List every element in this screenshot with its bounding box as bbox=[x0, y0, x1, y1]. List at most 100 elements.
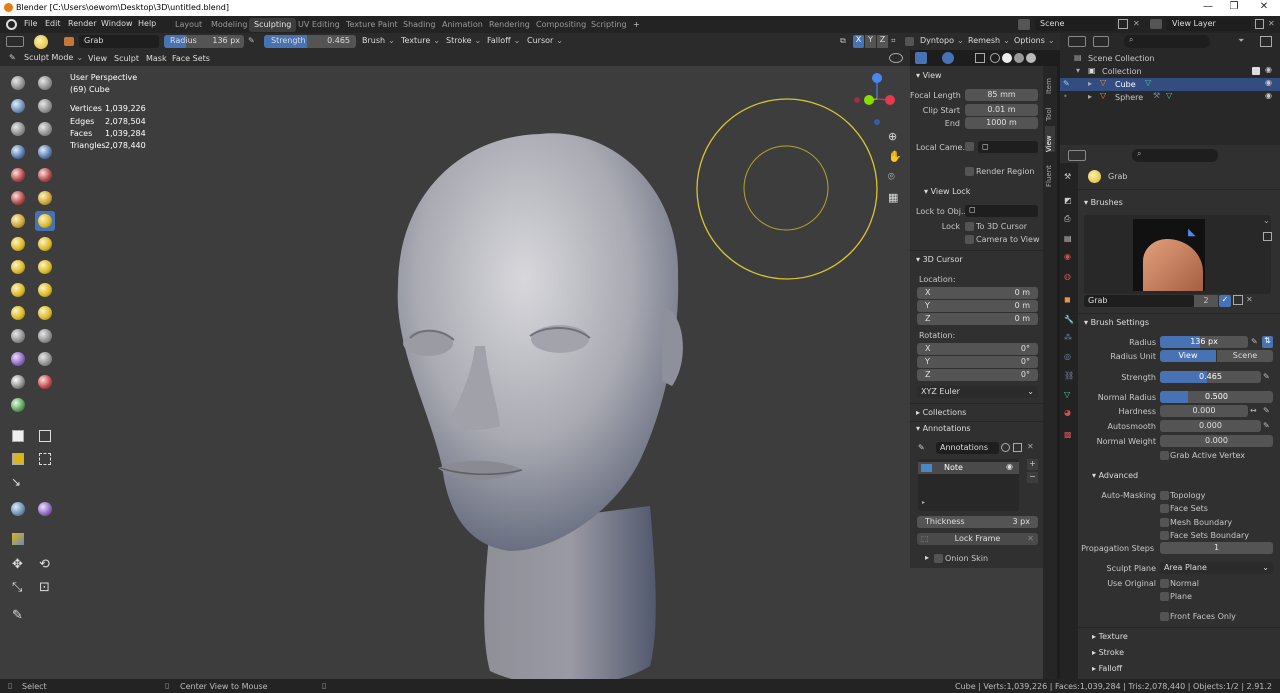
tool-line-project[interactable]: ↘ bbox=[8, 472, 28, 492]
filter-icon[interactable]: ⏷ bbox=[1238, 36, 1244, 46]
menu-render[interactable]: Render bbox=[68, 19, 96, 28]
remesh-menu[interactable]: Remesh bbox=[964, 35, 1014, 48]
tool-rotate-transform[interactable]: ⟲ bbox=[35, 556, 55, 576]
tool-thumb[interactable] bbox=[8, 280, 28, 300]
tool-cloth[interactable] bbox=[8, 349, 28, 369]
falloff-section-header[interactable]: ▸ Falloff bbox=[1092, 664, 1122, 673]
layer-color-swatch[interactable] bbox=[921, 464, 932, 472]
outliner-row-cube[interactable]: ▸ ▽ Cube ▽ ◉ bbox=[1060, 78, 1280, 91]
tab-compositing[interactable]: Compositing bbox=[531, 18, 591, 32]
tool-cloth-filter[interactable] bbox=[35, 499, 55, 519]
view-lock-header[interactable]: ▾ View Lock bbox=[924, 187, 970, 196]
tool-box-face-set[interactable] bbox=[8, 449, 28, 469]
radius-unit-view-button[interactable]: View bbox=[1160, 350, 1216, 362]
outliner-row-collection[interactable]: ▾ ▣ Collection ◉ bbox=[1060, 65, 1280, 78]
modifiers-tab-icon[interactable]: 🔧 bbox=[1064, 315, 1074, 324]
tab-layout[interactable]: Layout bbox=[170, 18, 207, 32]
lock-frame-button[interactable]: ⬚ Lock Frame ✕ bbox=[917, 533, 1038, 545]
duplicate-brush-icon[interactable] bbox=[1233, 295, 1243, 305]
material-tab-icon[interactable]: ◕ bbox=[1064, 408, 1071, 417]
brush-list-chevron-icon[interactable]: ⌄ bbox=[1263, 216, 1270, 225]
close-window-button[interactable]: ✕ bbox=[1252, 1, 1276, 15]
tool-tab-icon[interactable]: ⚒ bbox=[1064, 172, 1071, 181]
unlink-annotation-icon[interactable]: ✕ bbox=[1027, 442, 1034, 451]
tool-box-trim[interactable] bbox=[35, 449, 55, 469]
add-workspace-button[interactable]: + bbox=[628, 18, 645, 32]
tool-inflate[interactable] bbox=[8, 142, 28, 162]
brush-settings-header[interactable]: ▾ Brush Settings bbox=[1084, 318, 1149, 327]
symmetry-x-toggle[interactable]: X bbox=[853, 35, 864, 48]
tab-sculpting[interactable]: Sculpting bbox=[249, 18, 297, 32]
stroke-section-header[interactable]: ▸ Stroke bbox=[1092, 648, 1124, 657]
propagation-steps-field[interactable]: 1 bbox=[1160, 542, 1273, 554]
hardness-field[interactable]: 0.000 bbox=[1160, 405, 1248, 417]
mesh-data-icon[interactable]: ▽ bbox=[1145, 78, 1151, 87]
radius-unit-scene-button[interactable]: Scene bbox=[1217, 350, 1273, 362]
tool-rotate[interactable] bbox=[35, 303, 55, 323]
cube-eye-icon[interactable]: ◉ bbox=[1265, 78, 1272, 87]
new-collection-icon[interactable] bbox=[1260, 36, 1272, 47]
radius-unified-toggle[interactable]: ⇅ bbox=[1262, 336, 1273, 348]
cursor-location-x[interactable]: X 0 m bbox=[917, 287, 1038, 299]
tool-clay-thumb[interactable] bbox=[8, 119, 28, 139]
brush-icon-settings-icon[interactable] bbox=[1263, 232, 1272, 241]
cursor-rotation-x[interactable]: X 0° bbox=[917, 343, 1038, 355]
ortho-toggle-icon[interactable]: ▦ bbox=[888, 191, 898, 204]
outliner-row-sphere[interactable]: ▸ ▽ Sphere ⚒ ▽ ◉ bbox=[1060, 91, 1280, 104]
view-layer-icon[interactable] bbox=[1150, 19, 1162, 29]
sphere-mesh-data-icon[interactable]: ▽ bbox=[1166, 91, 1172, 100]
brush-preview-icon[interactable] bbox=[34, 35, 48, 49]
cursor-rotation-y[interactable]: Y 0° bbox=[917, 356, 1038, 368]
3d-cursor-section-header[interactable]: ▾ 3D Cursor bbox=[916, 255, 963, 264]
texture-menu[interactable]: Texture bbox=[397, 35, 444, 48]
clear-lock-frame-icon[interactable]: ✕ bbox=[1027, 533, 1034, 545]
face-sets-checkbox[interactable] bbox=[1160, 504, 1169, 513]
onion-skin-header[interactable]: ▸ bbox=[925, 553, 929, 562]
dyntopo-menu[interactable]: Dyntopo bbox=[916, 35, 968, 48]
tool-mask[interactable] bbox=[8, 372, 28, 392]
tool-clay-strips[interactable] bbox=[35, 96, 55, 116]
tab-animation[interactable]: Animation bbox=[437, 18, 488, 32]
use-original-plane-checkbox[interactable] bbox=[1160, 592, 1169, 601]
collection-include-checkbox[interactable] bbox=[1252, 67, 1260, 75]
gizmo-toggle-icon[interactable] bbox=[915, 52, 927, 64]
tool-boundary[interactable] bbox=[35, 326, 55, 346]
tab-tool[interactable]: Tool bbox=[1045, 101, 1055, 121]
tool-fill[interactable] bbox=[35, 188, 55, 208]
tool-flatten[interactable] bbox=[8, 188, 28, 208]
tool-multires-displacement[interactable] bbox=[8, 395, 28, 415]
view-layer-tab-icon[interactable]: ▤ bbox=[1064, 234, 1072, 243]
fake-user-icon[interactable] bbox=[1001, 443, 1010, 452]
view-object-types-icon[interactable] bbox=[889, 53, 903, 63]
annotation-datablock-icon[interactable]: ✎ bbox=[918, 443, 925, 452]
annotations-field[interactable]: Annotations bbox=[936, 442, 999, 454]
rotation-mode-select[interactable]: XYZ Euler ⌄ bbox=[917, 386, 1038, 398]
face-sets-boundary-checkbox[interactable] bbox=[1160, 531, 1169, 540]
list-expand-icon[interactable]: ▸ bbox=[922, 499, 925, 506]
symmetry-y-toggle[interactable]: Y bbox=[865, 35, 876, 48]
annotations-section-header[interactable]: ▾ Annotations bbox=[916, 424, 971, 433]
local-camera-checkbox[interactable] bbox=[965, 142, 974, 151]
properties-search-input[interactable]: ⌕ bbox=[1132, 149, 1218, 162]
normal-weight-field[interactable]: 0.000 bbox=[1160, 435, 1273, 447]
autosmooth-field[interactable]: 0.000 bbox=[1160, 420, 1261, 432]
pressure-pen-icon[interactable]: ✎ bbox=[248, 36, 258, 47]
pan-view-icon[interactable]: ✋ bbox=[888, 150, 902, 163]
display-mode-icon[interactable] bbox=[1093, 36, 1109, 47]
delete-scene-icon[interactable]: ✕ bbox=[1133, 19, 1140, 28]
tool-pose[interactable] bbox=[35, 280, 55, 300]
maximize-button[interactable]: ❐ bbox=[1222, 1, 1246, 15]
tab-fluent[interactable]: Fluent bbox=[1045, 161, 1055, 187]
local-camera-field[interactable]: ◻ bbox=[978, 141, 1038, 153]
clip-start-field[interactable]: 0.01 m bbox=[965, 104, 1038, 116]
tool-smooth[interactable] bbox=[35, 165, 55, 185]
expand-sphere-icon[interactable]: ▸ bbox=[1088, 92, 1092, 101]
hardness-pressure-icon[interactable]: ✎ bbox=[1263, 406, 1270, 415]
lock-object-selector[interactable]: ◻ bbox=[965, 205, 1038, 217]
tool-draw-sharp[interactable] bbox=[35, 73, 55, 93]
render-region-checkbox[interactable] bbox=[965, 167, 974, 176]
xray-toggle-icon[interactable] bbox=[975, 53, 985, 63]
stroke-menu[interactable]: Stroke bbox=[442, 35, 485, 48]
rendered-shading-icon[interactable] bbox=[1026, 53, 1036, 63]
cursor-location-z[interactable]: Z 0 m bbox=[917, 313, 1038, 325]
